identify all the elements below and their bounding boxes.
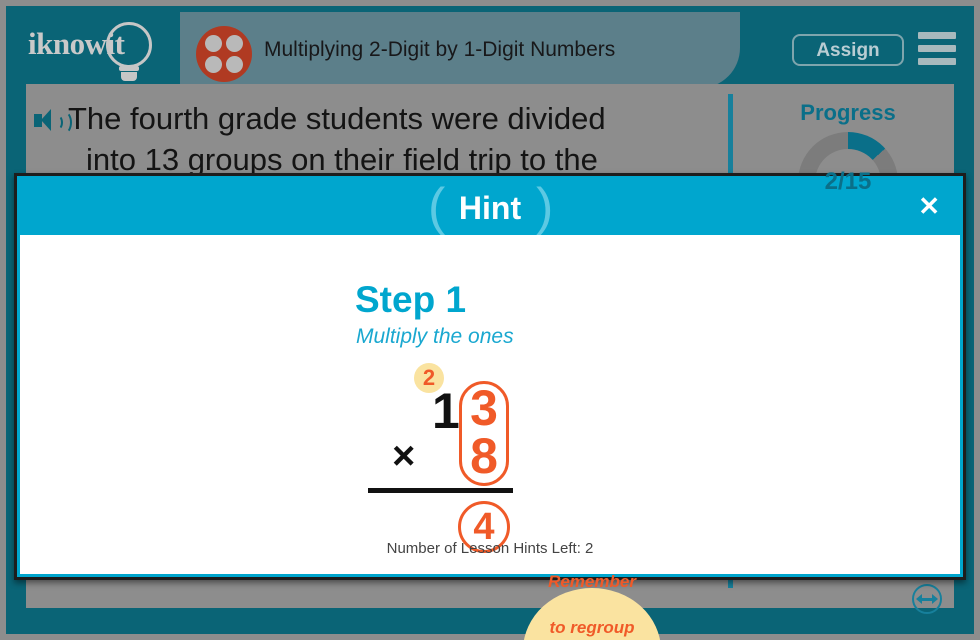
hamburger-bar — [918, 32, 956, 39]
resize-arrow-right — [932, 594, 938, 604]
step-subtitle: Multiply the ones — [356, 325, 514, 348]
speaker-cone — [41, 109, 51, 131]
hamburger-bar — [918, 45, 956, 52]
step-title: Step 1 — [355, 279, 467, 320]
top-bar: iknowit Multiplying 2-Digit by 1-Digit N… — [6, 6, 974, 88]
hint-modal-inner: ( Hint ) ✕ Step 1 Multiply the ones 2 1 … — [17, 176, 963, 640]
remember-bubble-text: Remember to regroup when necessary. — [532, 570, 652, 640]
lesson-title: Multiplying 2-Digit by 1-Digit Numbers — [264, 38, 616, 61]
lightbulb-icon — [106, 22, 152, 68]
multiplicand-tens-digit: 1 — [432, 383, 460, 439]
multiplication-operator: × — [392, 434, 416, 478]
assign-button[interactable]: Assign — [792, 34, 904, 66]
film-reel-dot — [226, 35, 243, 52]
film-reel-dot — [205, 56, 222, 73]
film-reel-dot — [226, 56, 243, 73]
decorative-paren-right: ) — [536, 178, 554, 236]
film-reel-icon — [196, 26, 252, 82]
resize-horizontal-icon[interactable] — [912, 584, 942, 614]
multiplier-digit: 8 — [470, 428, 498, 484]
hint-modal-body: Step 1 Multiply the ones 2 1 3 × 8 4 Rem… — [20, 235, 960, 640]
hamburger-menu-icon[interactable] — [918, 32, 956, 66]
close-icon[interactable]: ✕ — [918, 193, 940, 219]
remember-line-2: to regroup — [549, 618, 635, 637]
hints-left-text: Number of Lesson Hints Left: 2 — [386, 540, 594, 557]
remember-line-1: Remember — [548, 572, 636, 591]
app-root: iknowit Multiplying 2-Digit by 1-Digit N… — [0, 0, 980, 640]
math-problem: 2 1 3 × 8 4 — [360, 363, 540, 563]
brand-logo[interactable]: iknowit — [28, 20, 168, 81]
resize-arrow-left — [916, 594, 922, 604]
hint-modal: ( Hint ) ✕ Step 1 Multiply the ones 2 1 … — [14, 173, 966, 640]
speaker-icon[interactable] — [34, 108, 72, 136]
remember-bubble: Remember to regroup when necessary. — [523, 572, 661, 640]
progress-label: Progress — [800, 100, 896, 125]
multiplicand-ones-digit: 3 — [470, 380, 498, 436]
hamburger-bar — [918, 58, 956, 65]
lightbulb-base-icon — [121, 72, 137, 81]
question-text: The fourth grade students were divided i… — [68, 98, 708, 180]
progress-value: 2/15 — [824, 168, 872, 195]
lightbulb-neck-icon — [119, 66, 139, 71]
film-reel-dot — [205, 35, 222, 52]
lesson-title-bar: Multiplying 2-Digit by 1-Digit Numbers — [180, 12, 740, 88]
problem-rule-line — [368, 488, 513, 493]
question-line-1: The fourth grade students were divided — [68, 101, 606, 136]
